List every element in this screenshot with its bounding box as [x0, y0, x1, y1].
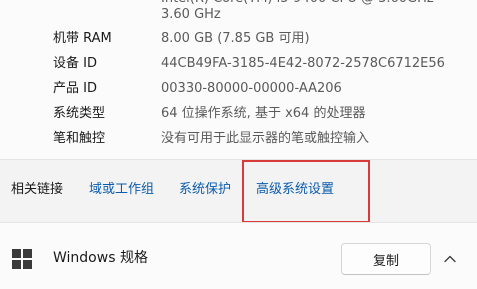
copy-button[interactable]: 复制 [341, 243, 431, 275]
spec-row-system-type: 系统类型 64 位操作系统, 基于 x64 的处理器 [0, 103, 477, 125]
windows-specs-title: Windows 规格 [53, 250, 148, 266]
related-links-title: 相关链接 [11, 182, 64, 197]
device-specs-panel: Intel(R) Core(TM) i5-9400 CPU @ 3.60GHz … [0, 0, 477, 160]
spec-row-device-id: 设备 ID 44CB49FA-3185-4E42-8072-2578C6712E… [0, 53, 477, 75]
system-type-value: 64 位操作系统, 基于 x64 的处理器 [161, 106, 366, 121]
processor-value-line2: 3.60 GHz [161, 7, 221, 22]
chevron-up-icon[interactable] [440, 249, 460, 269]
ram-value: 8.00 GB (7.85 GB 可用) [161, 31, 310, 46]
system-type-label: 系统类型 [53, 106, 106, 121]
ram-label: 机带 RAM [53, 31, 112, 46]
related-links-bar: 相关链接 域或工作组 系统保护 高级系统设置 [0, 160, 477, 220]
spec-row-pen-touch: 笔和触控 没有可用于此显示器的笔或触控输入 [0, 128, 477, 150]
windows-specs-section[interactable]: Windows 规格 复制 [0, 222, 477, 289]
pen-touch-label: 笔和触控 [53, 131, 106, 146]
system-protection-link[interactable]: 系统保护 [179, 180, 231, 200]
windows-logo-icon [12, 249, 32, 269]
spec-row-processor-speed: 3.60 GHz [0, 4, 477, 26]
advanced-system-settings-link[interactable]: 高级系统设置 [256, 180, 334, 200]
pen-touch-value: 没有可用于此显示器的笔或触控输入 [161, 131, 370, 146]
domain-workgroup-link[interactable]: 域或工作组 [89, 180, 154, 200]
product-id-label: 产品 ID [53, 81, 97, 96]
spec-row-ram: 机带 RAM 8.00 GB (7.85 GB 可用) [0, 28, 477, 50]
device-id-label: 设备 ID [53, 56, 97, 71]
device-id-value: 44CB49FA-3185-4E42-8072-2578C6712E56 [161, 56, 445, 71]
product-id-value: 00330-80000-00000-AA206 [161, 81, 342, 96]
spec-row-product-id: 产品 ID 00330-80000-00000-AA206 [0, 78, 477, 100]
